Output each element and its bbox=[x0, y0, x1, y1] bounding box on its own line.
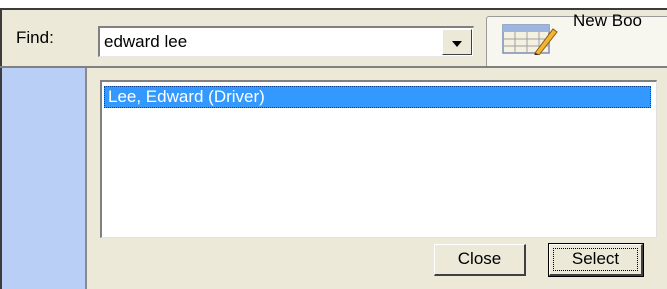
dropdown-button[interactable] bbox=[442, 29, 472, 55]
find-dialog: Find: New Boo bbox=[0, 0, 667, 289]
select-button[interactable]: Select bbox=[548, 243, 644, 277]
list-item[interactable]: Lee, Edward (Driver) bbox=[104, 86, 651, 108]
results-list[interactable]: Lee, Edward (Driver) bbox=[100, 80, 657, 238]
search-input[interactable] bbox=[104, 31, 434, 53]
find-toolbar: Find: New Boo bbox=[0, 8, 667, 68]
select-button-label: Select bbox=[571, 249, 620, 268]
find-label: Find: bbox=[16, 28, 54, 47]
list-item-label: Lee, Edward (Driver) bbox=[108, 87, 265, 106]
background-page-strip bbox=[0, 0, 667, 6]
close-button[interactable]: Close bbox=[434, 244, 526, 276]
left-pane bbox=[0, 68, 85, 289]
new-booking-label: New Boo bbox=[573, 11, 642, 30]
chevron-down-icon bbox=[452, 41, 462, 47]
search-combobox[interactable] bbox=[98, 26, 474, 57]
calendar-pencil-icon bbox=[502, 24, 558, 55]
new-booking-button[interactable]: New Boo bbox=[486, 11, 667, 68]
